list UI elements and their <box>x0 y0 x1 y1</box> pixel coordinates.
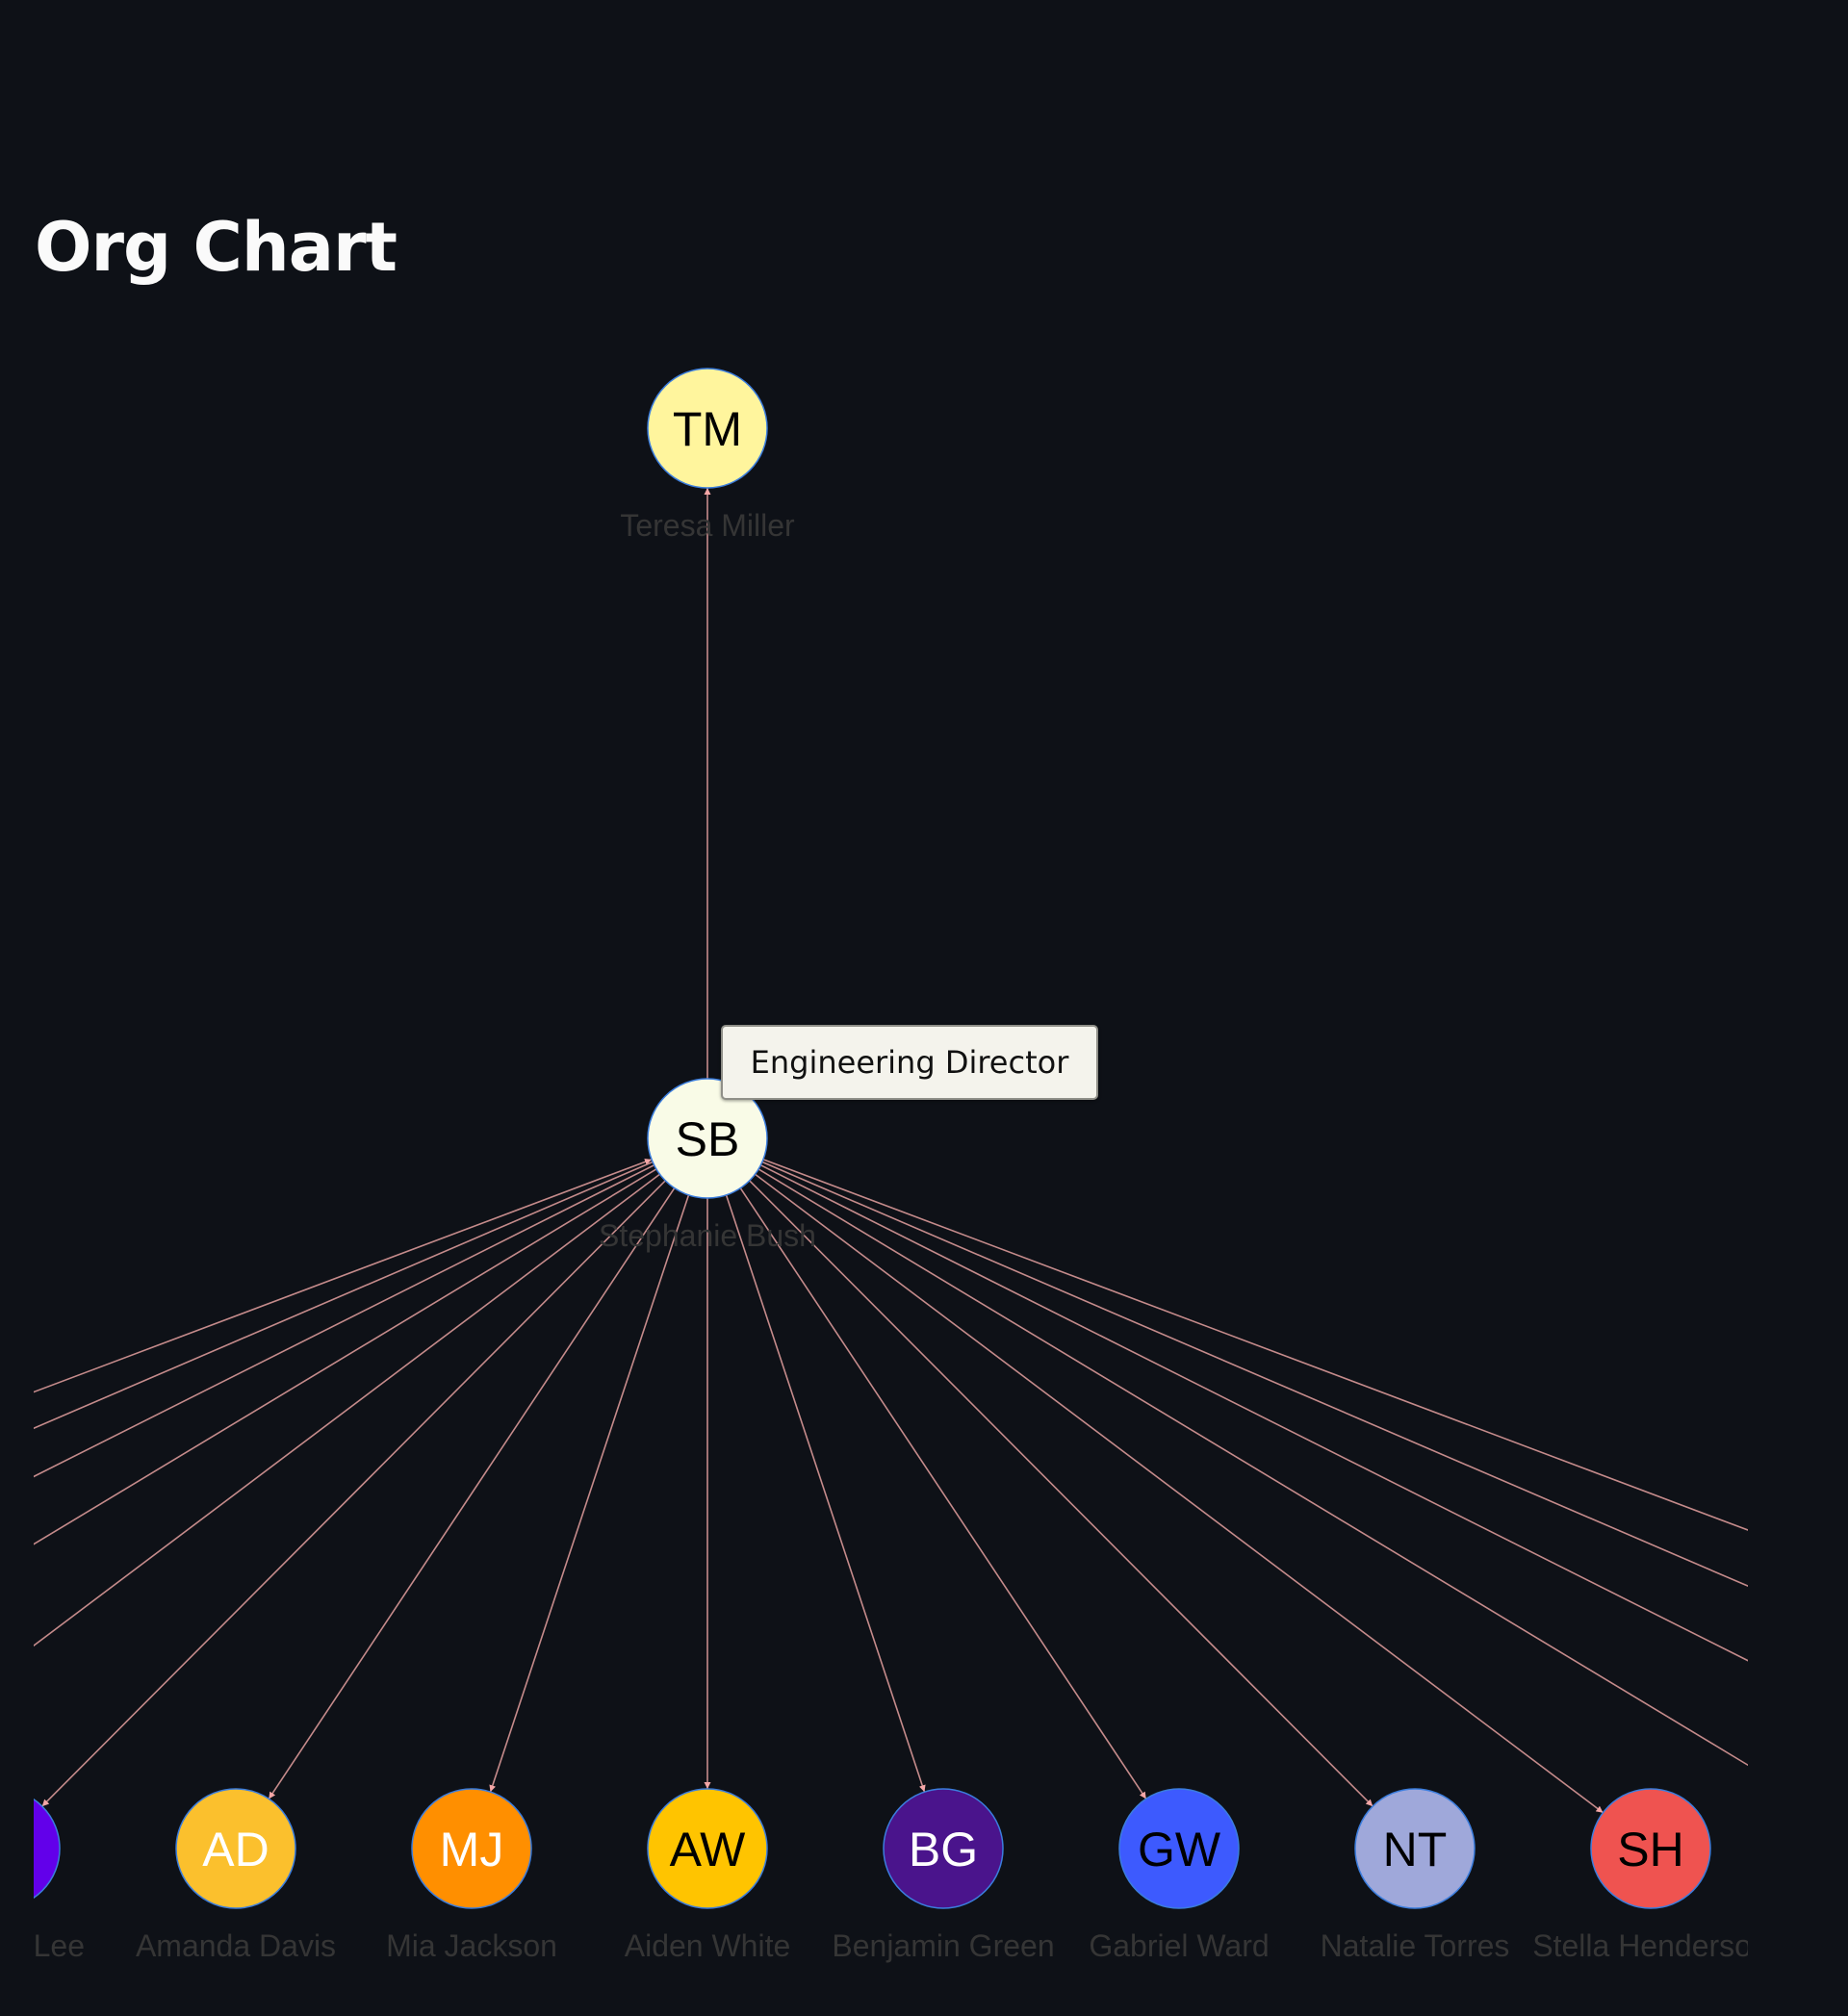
edge-SB-to-partial-left <box>41 1180 666 1807</box>
node-name-label: Amanda Davis <box>136 1928 336 1963</box>
node-name-label: Stella Henderson <box>1532 1928 1748 1963</box>
edge-SB-to-off-right-2 <box>760 1164 1748 1662</box>
node-name-label: Mia Jackson <box>386 1928 557 1963</box>
edge-SB-to-off-left-5 <box>34 1159 653 1393</box>
edge-SB-to-off-left-3 <box>34 1164 654 1478</box>
node-name-label: Benjamin Green <box>832 1928 1054 1963</box>
node-tm[interactable]: TM Teresa Miller <box>620 368 795 543</box>
node-name-label: Gabriel Ward <box>1089 1928 1269 1963</box>
node-ad[interactable]: AD Amanda Davis <box>136 1788 336 1963</box>
node-tooltip: Engineering Director <box>721 1025 1098 1100</box>
node-name-label: er Lee <box>34 1928 85 1963</box>
node-partial-left[interactable]: er Lee <box>34 1789 85 1963</box>
node-initials: GW <box>1138 1823 1221 1876</box>
node-initials: NT <box>1383 1823 1448 1876</box>
org-chart-page: Org Chart TM Teresa Miller SB Stephanie Bus… <box>0 0 1848 2016</box>
edge-SB-to-off-right-4 <box>762 1159 1748 1531</box>
node-name-label: Teresa Miller <box>620 508 795 543</box>
node-initials: AW <box>670 1823 746 1876</box>
node-initials: SH <box>1617 1823 1683 1876</box>
node-circle[interactable] <box>34 1789 61 1908</box>
graph-canvas[interactable]: TM Teresa Miller SB Stephanie Bush er Lee AD A… <box>34 318 1748 2016</box>
edge-SB-to-MJ <box>489 1194 690 1793</box>
node-initials: SB <box>676 1112 740 1166</box>
node-initials: BG <box>909 1823 978 1876</box>
node-name-label: Natalie Torres <box>1321 1928 1510 1963</box>
page-title: Org Chart <box>35 208 398 287</box>
node-sb[interactable]: SB Stephanie Bush <box>599 1078 816 1253</box>
node-initials: MJ <box>440 1823 504 1876</box>
edge-SB-to-off-left-4 <box>34 1161 654 1430</box>
node-initials: AD <box>202 1823 269 1876</box>
node-sh[interactable]: SH Stella Henderson <box>1532 1788 1748 1963</box>
nodes-layer: TMTeresa MillerSBStephanie Busher LeeADA… <box>34 368 1748 1963</box>
node-name-label: Aiden White <box>625 1928 791 1963</box>
node-nt[interactable]: NT Natalie Torres <box>1321 1788 1510 1963</box>
edge-SB-to-off-left-1 <box>34 1173 660 1647</box>
edge-SB-to-BG <box>725 1194 926 1793</box>
edge-SB-to-NT <box>749 1180 1373 1807</box>
node-bg[interactable]: BG Benjamin Green <box>832 1788 1055 1963</box>
node-aw[interactable]: AW Aiden White <box>625 1788 791 1963</box>
node-initials: TM <box>673 402 742 456</box>
edge-SB-to-off-right-1 <box>757 1168 1748 1767</box>
edge-SB-to-SH <box>755 1173 1604 1814</box>
edge-SB-to-off-right-3 <box>761 1161 1748 1588</box>
node-gw[interactable]: GW Gabriel Ward <box>1089 1788 1270 1963</box>
node-mj[interactable]: MJ Mia Jackson <box>386 1788 557 1963</box>
org-graph[interactable]: TMTeresa MillerSBStephanie Busher LeeADA… <box>34 318 1748 2016</box>
edges-layer <box>34 488 1748 1814</box>
node-name-label: Stephanie Bush <box>599 1218 816 1253</box>
